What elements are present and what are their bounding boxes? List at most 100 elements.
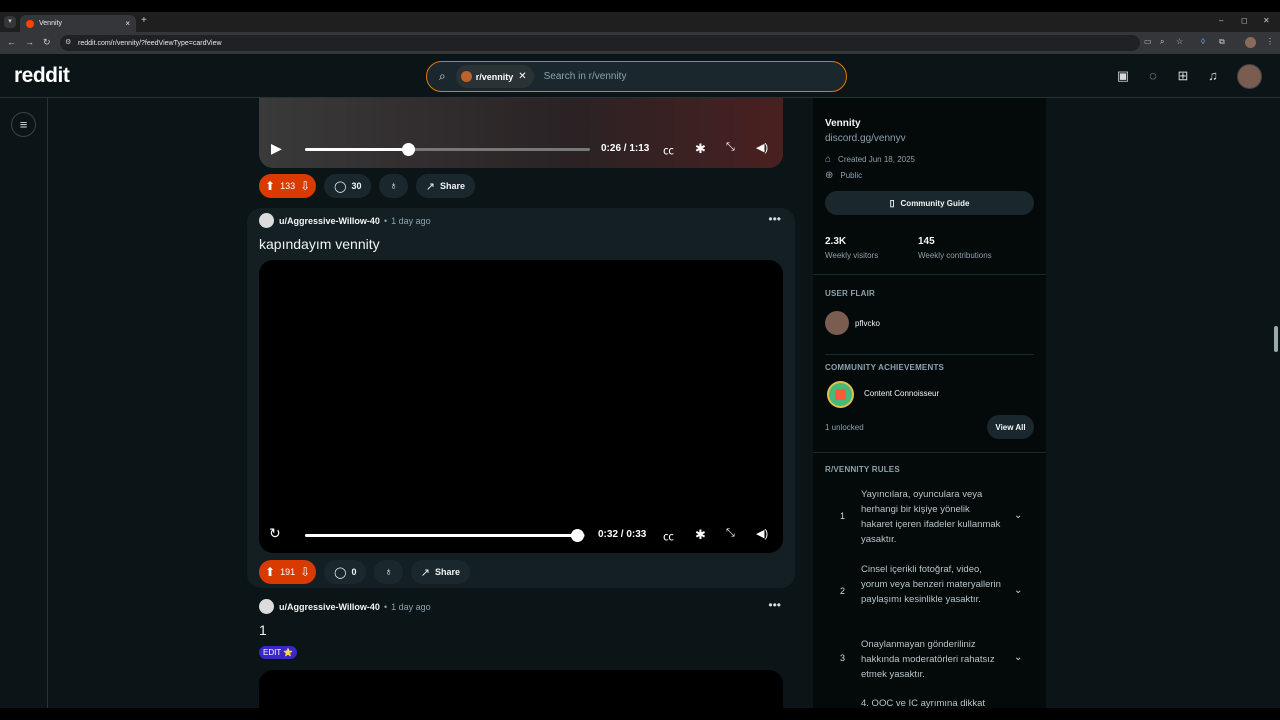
fullscreen-icon[interactable]: ⤡ <box>726 527 735 540</box>
video-controls: ▶ 0:26 / 1:13 ㏄ ✱ ⤡ ◀) <box>259 134 783 164</box>
chevron-down-icon[interactable]: ⌄ <box>1014 585 1022 596</box>
volume-icon[interactable]: ◀) <box>756 527 768 540</box>
share-button[interactable]: ↗ Share <box>410 560 470 584</box>
seek-bar[interactable] <box>305 143 590 156</box>
comments-button[interactable]: ◯ 30 <box>324 174 372 198</box>
maximize-button[interactable]: ◻ <box>1241 16 1248 25</box>
vote-control: ⬆ 133 ⇩ <box>259 174 317 198</box>
page-scrollbar[interactable] <box>1272 98 1280 708</box>
notifications-bell-icon[interactable]: ♫ <box>1205 68 1221 84</box>
more-options-icon[interactable]: ••• <box>768 598 781 612</box>
achievement-badge-icon[interactable] <box>827 381 854 408</box>
create-post-icon[interactable]: ⊞ <box>1175 68 1191 84</box>
author-name[interactable]: u/Aggressive-Willow-40 <box>279 602 380 612</box>
rule-text: Onaylanmayan gönderiliniz hakkında moder… <box>861 639 995 680</box>
achievement-name[interactable]: Content Connoisseur <box>864 389 939 398</box>
community-guide-button[interactable]: ▯ Community Guide <box>825 191 1034 215</box>
tab-close-icon[interactable]: × <box>125 19 130 28</box>
downvote-icon[interactable]: ⇩ <box>300 179 310 193</box>
weekly-contributions-label: Weekly contributions <box>918 251 992 260</box>
visibility-text: Public <box>840 171 863 180</box>
weekly-visitors-value: 2.3K <box>825 236 847 247</box>
post-meta: u/Aggressive-Willow-40 • 1 day ago <box>259 599 431 614</box>
user-flair-heading: USER FLAIR <box>825 289 875 298</box>
more-options-icon[interactable]: ••• <box>768 212 781 226</box>
post-flair[interactable]: EDIT ⭐ <box>259 646 298 659</box>
meta-separator: • <box>383 215 388 226</box>
settings-gear-icon[interactable]: ✱ <box>695 527 706 543</box>
share-button[interactable]: ↗ Share <box>415 174 475 198</box>
chip-remove-icon[interactable]: ✕ <box>518 71 526 82</box>
tab-search-button[interactable]: ▾ <box>4 16 16 28</box>
close-window-button[interactable]: ✕ <box>1263 16 1270 25</box>
url-input[interactable]: reddit.com/r/vennity/?feedViewType=cardV… <box>60 35 1140 51</box>
search-bar[interactable]: ⌕ r/vennity ✕ Search in r/vennity <box>426 61 847 92</box>
advertise-icon[interactable]: ▣ <box>1115 68 1131 84</box>
video-player[interactable]: ▶ 0:26 / 1:13 ㏄ ✱ ⤡ ◀) <box>259 98 783 168</box>
downvote-icon[interactable]: ⇩ <box>300 565 310 579</box>
minimize-button[interactable]: – <box>1219 16 1223 25</box>
post-title[interactable]: 1 <box>259 622 267 638</box>
cast-icon[interactable]: ▭ <box>1144 37 1152 46</box>
subreddit-search-chip[interactable]: r/vennity ✕ <box>455 65 534 88</box>
reddit-logo[interactable]: reddit <box>14 64 70 88</box>
vote-control: ⬆ 191 ⇩ <box>259 560 317 584</box>
comments-button[interactable]: ◯ 0 <box>324 560 367 584</box>
replay-icon[interactable]: ↻ <box>269 525 281 542</box>
forward-icon[interactable]: → <box>25 37 34 47</box>
chat-icon[interactable]: ◌ <box>1145 68 1161 84</box>
volume-icon[interactable]: ◀) <box>756 141 768 154</box>
award-button[interactable]: ♁ <box>374 560 403 584</box>
rule-text: Cinsel içerikli fotoğraf, video, yorum v… <box>861 564 1001 605</box>
view-all-button[interactable]: View All <box>987 415 1034 439</box>
user-avatar[interactable] <box>1237 64 1262 89</box>
zoom-icon[interactable]: ⌕ <box>1160 37 1164 47</box>
browser-tab[interactable]: Vennity × <box>20 15 136 32</box>
video-player[interactable] <box>259 670 783 708</box>
captions-icon[interactable]: ㏄ <box>663 142 674 158</box>
video-player[interactable]: ↻ 0:32 / 0:33 ㏄ ✱ ⤡ ◀) <box>259 260 783 553</box>
post-title[interactable]: kapındayım vennity <box>259 236 380 252</box>
seek-handle[interactable] <box>401 143 415 156</box>
author-avatar[interactable] <box>259 213 274 228</box>
author-name[interactable]: u/Aggressive-Willow-40 <box>279 216 380 226</box>
rule-item[interactable]: 1 Yayıncılara, oyunculara veya herhangi … <box>825 486 1034 550</box>
rule-item[interactable]: 2 Cinsel içerikli fotoğraf, video, yorum… <box>825 561 1034 625</box>
captions-icon[interactable]: ㏄ <box>663 528 674 544</box>
chevron-down-icon[interactable]: ⌄ <box>1014 510 1022 521</box>
hamburger-menu-icon[interactable]: ≡ <box>11 112 36 137</box>
upvote-icon[interactable]: ⬆ <box>265 565 275 579</box>
post-card[interactable]: u/Aggressive-Willow-40 • 1 day ago ••• k… <box>247 208 795 588</box>
url-text: reddit.com/r/vennity/?feedViewType=cardV… <box>78 39 222 47</box>
scrollbar-thumb[interactable] <box>1274 326 1278 352</box>
reload-icon[interactable]: ↻ <box>43 37 51 48</box>
globe-icon: ⊕ <box>825 170 834 181</box>
award-icon: ♁ <box>384 566 393 578</box>
flair-username[interactable]: pflvcko <box>855 319 880 328</box>
browser-menu-icon[interactable]: ⋮ <box>1266 37 1274 46</box>
browser-profile-avatar[interactable] <box>1245 37 1256 48</box>
extensions-puzzle-icon[interactable]: ⧉ <box>1219 37 1225 47</box>
post-card[interactable]: u/Aggressive-Willow-40 • 1 day ago ••• 1… <box>247 594 795 708</box>
bookmark-star-icon[interactable]: ☆ <box>1176 37 1183 46</box>
award-button[interactable]: ♁ <box>379 174 408 198</box>
new-tab-button[interactable]: + <box>141 15 147 26</box>
seek-bar[interactable] <box>305 529 585 542</box>
rule-item[interactable]: 4. OOC ve IC ayrımına dikkat <box>825 696 1034 708</box>
site-info-icon[interactable]: ⚙ <box>65 38 71 46</box>
search-input[interactable]: Search in r/vennity <box>544 71 627 82</box>
extension-icon[interactable]: ◊ <box>1201 37 1205 46</box>
seek-handle[interactable] <box>570 529 584 542</box>
share-label: Share <box>439 181 465 191</box>
flair-avatar[interactable] <box>825 311 849 335</box>
author-avatar[interactable] <box>259 599 274 614</box>
upvote-icon[interactable]: ⬆ <box>265 179 275 193</box>
fullscreen-icon[interactable]: ⤡ <box>726 141 735 154</box>
community-link[interactable]: discord.gg/vennyv <box>825 133 906 144</box>
rule-item[interactable]: 3 Onaylanmayan gönderiliniz hakkında mod… <box>825 636 1034 686</box>
tab-strip: ▾ Vennity × + – ◻ ✕ <box>0 12 1280 32</box>
play-icon[interactable]: ▶ <box>271 140 282 157</box>
chevron-down-icon[interactable]: ⌄ <box>1014 652 1022 663</box>
back-icon[interactable]: ← <box>7 37 16 47</box>
settings-gear-icon[interactable]: ✱ <box>695 141 706 157</box>
